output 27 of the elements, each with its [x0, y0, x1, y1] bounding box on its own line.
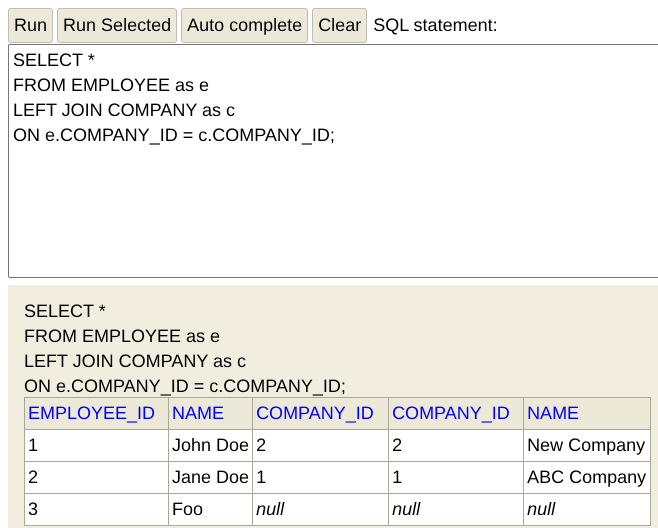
table-cell: Foo [168, 494, 253, 526]
sql-editor[interactable]: SELECT * FROM EMPLOYEE as e LEFT JOIN COMPANY as c ON e.COMPANY_ID = c.COMPANY_ID; [8, 44, 658, 278]
sql-statement-label: SQL statement: [373, 14, 498, 37]
table-cell: 2 [24, 462, 168, 494]
toolbar-button[interactable]: Auto complete [181, 8, 308, 43]
table-cell: Jane Doe [168, 462, 253, 494]
column-header[interactable]: NAME [524, 398, 651, 430]
table-cell: New Company [524, 430, 651, 462]
table-cell: 2 [388, 430, 524, 462]
sql-statement-text: SELECT * FROM EMPLOYEE as e LEFT JOIN COMPANY as c ON e.COMPANY_ID = c.COMPANY_ID; [24, 300, 346, 398]
table-cell: null [252, 494, 389, 526]
column-header[interactable]: COMPANY_ID [388, 398, 524, 430]
column-header[interactable]: NAME [168, 398, 253, 430]
toolbar-button[interactable]: Run [8, 8, 54, 43]
table-cell: 1 [24, 430, 168, 462]
table-cell: John Doe [168, 430, 253, 462]
table-cell: 3 [24, 494, 168, 526]
table-cell: 2 [252, 430, 389, 462]
table-cell: null [388, 494, 524, 526]
table-cell: null [524, 494, 651, 526]
table-cell: 1 [252, 462, 389, 494]
table-cell: ABC Company [524, 462, 651, 494]
table-cell: 1 [388, 462, 524, 494]
toolbar-button[interactable]: Clear [312, 8, 368, 43]
column-header[interactable]: EMPLOYEE_ID [24, 398, 168, 430]
toolbar-button[interactable]: Run Selected [57, 8, 178, 43]
column-header[interactable]: COMPANY_ID [252, 398, 389, 430]
